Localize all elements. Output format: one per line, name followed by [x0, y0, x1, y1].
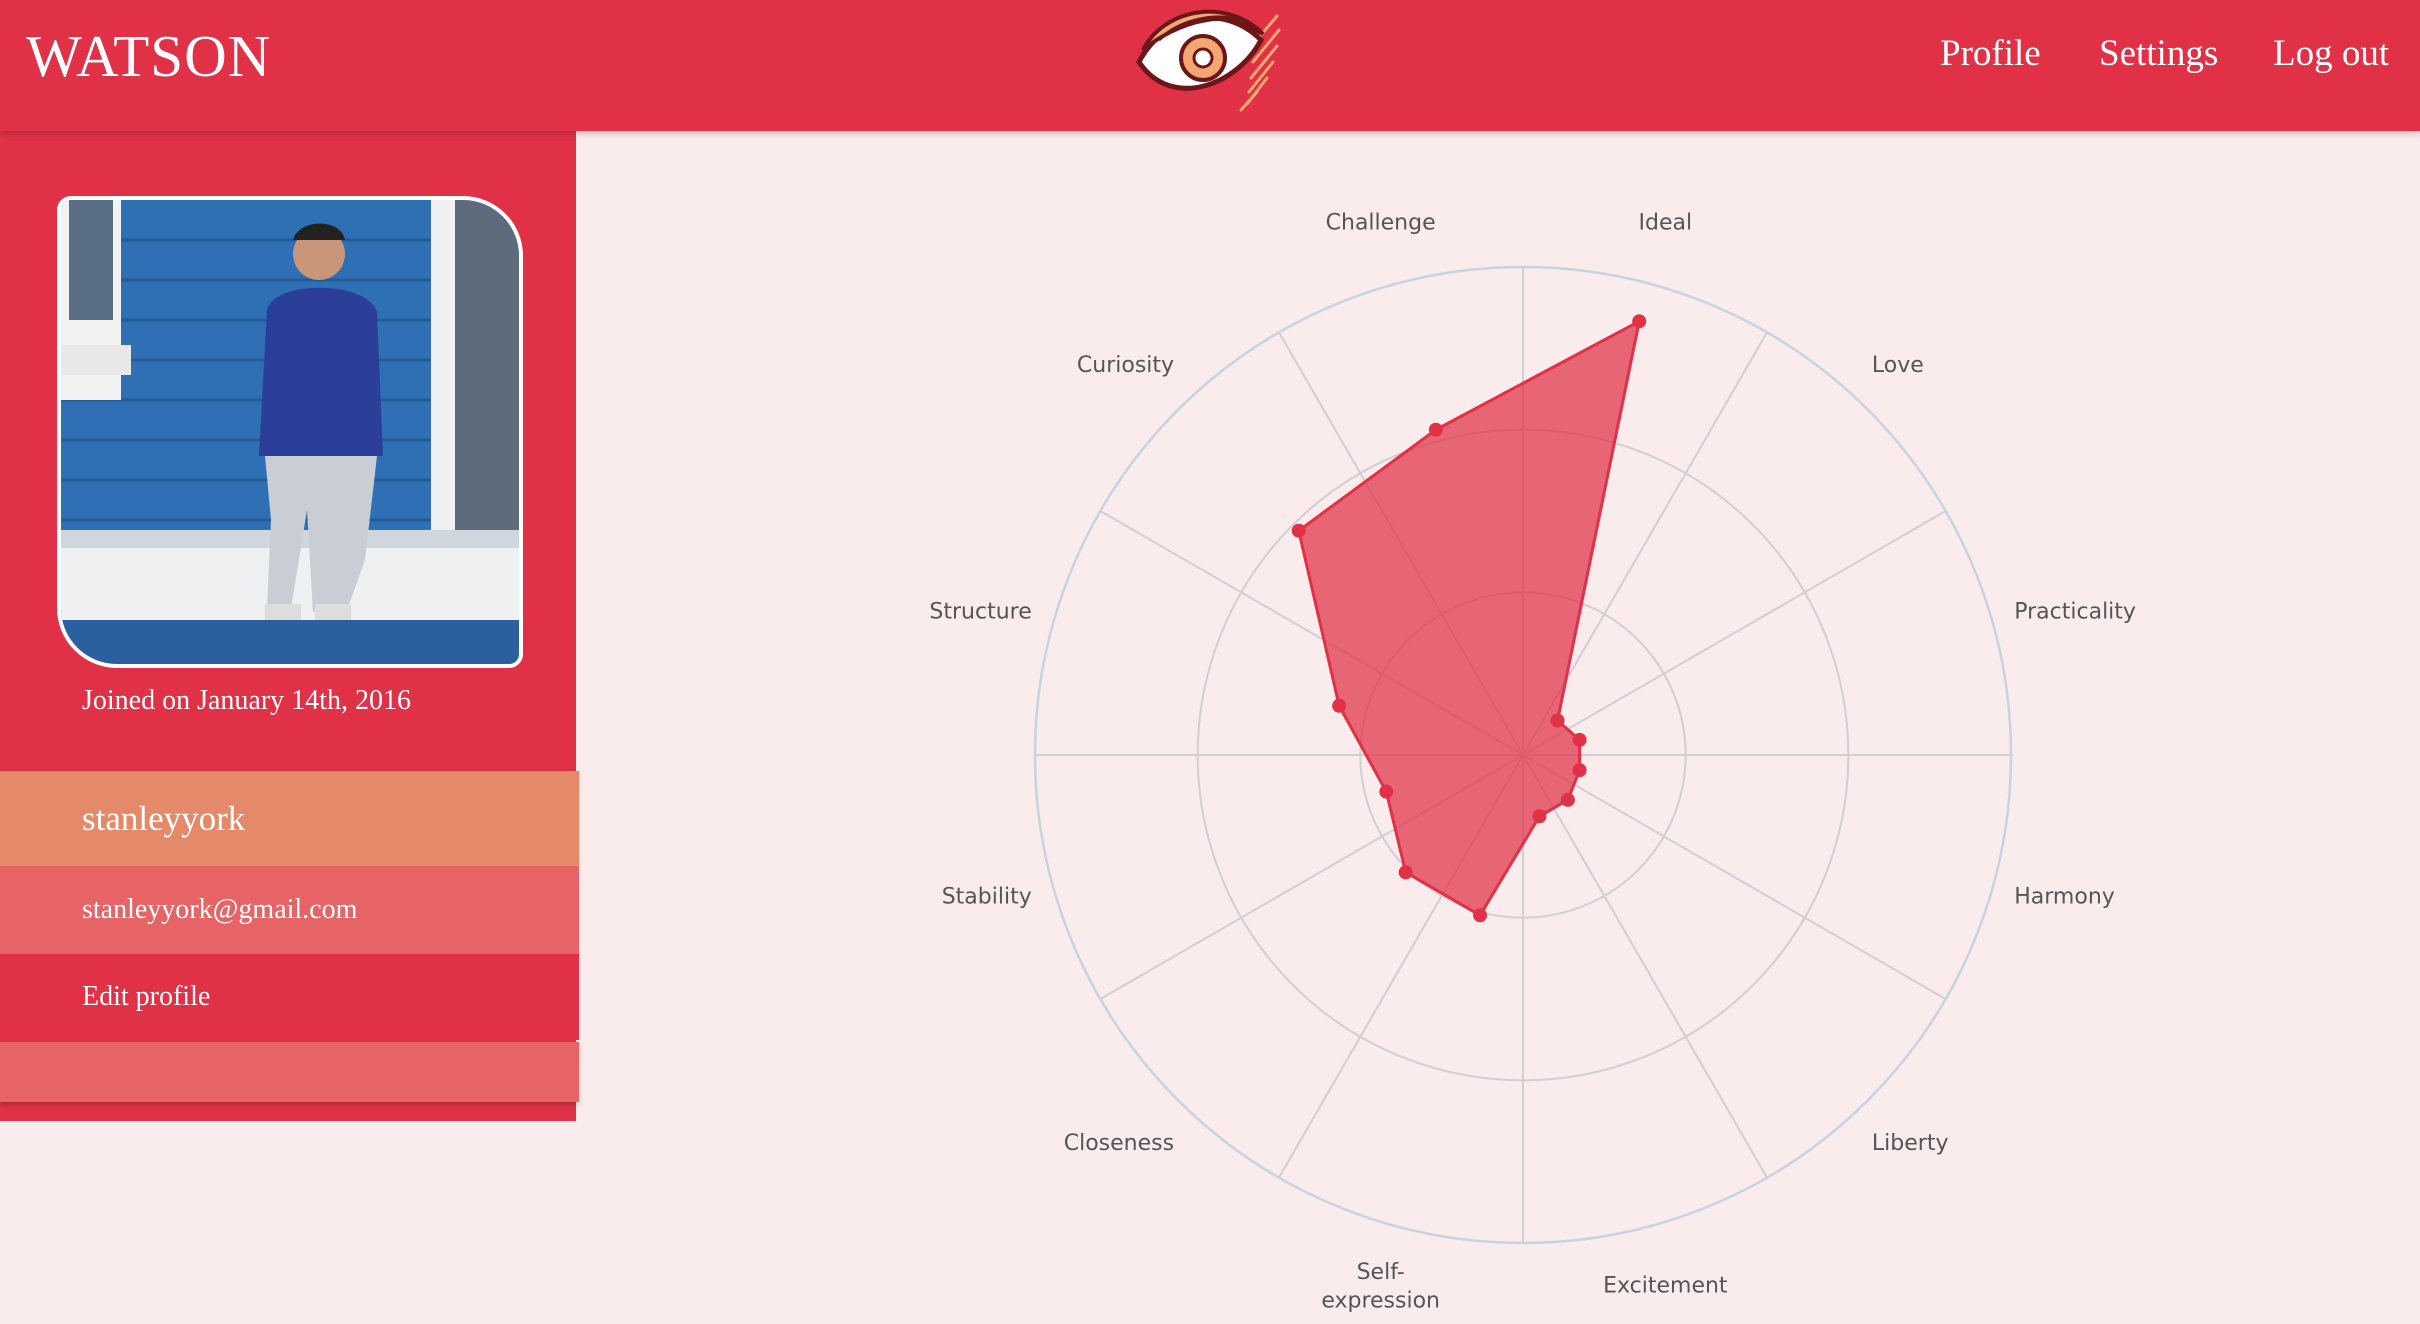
radar-point-harmony	[1572, 763, 1587, 778]
radar-label-ideal: Ideal	[1639, 211, 1693, 236]
radar-point-excitement	[1532, 809, 1547, 824]
profile-photo-image	[61, 200, 519, 664]
radar-label-harmony: Harmony	[2014, 884, 2115, 909]
radar-label-structure: Structure	[929, 600, 1031, 625]
radar-point-love	[1550, 713, 1565, 728]
radar-point-structure	[1332, 698, 1347, 713]
email: stanleyyork@gmail.com	[0, 866, 579, 954]
radar-label-stability: Stability	[942, 884, 1032, 909]
radar-point-ideal	[1632, 314, 1647, 329]
username: stanleyyork	[0, 771, 579, 866]
radar-point-challenge	[1428, 422, 1443, 437]
radar-label-liberty: Liberty	[1872, 1131, 1949, 1156]
profile-photo	[57, 196, 523, 668]
eye-logo-icon	[1136, 9, 1281, 112]
radar-point-closeness	[1398, 865, 1413, 880]
nav-logout-link[interactable]: Log out	[2273, 32, 2389, 75]
empty-menu-row	[0, 1042, 579, 1102]
values-radar-chart: Ideal Love Practicality Harmony Liberty Excit…	[929, 211, 2136, 1314]
radar-label-excitement: Excitement	[1603, 1273, 1728, 1298]
radar-label-closeness: Closeness	[1064, 1131, 1174, 1156]
joined-date: Joined on January 14th, 2016	[82, 685, 411, 716]
nav-profile-link[interactable]: Profile	[1940, 32, 2041, 75]
radar-spoke	[1522, 754, 1947, 1000]
radar-label-challenge: Challenge	[1326, 211, 1436, 236]
radar-label-practicality: Practicality	[2014, 600, 2136, 625]
radar-series	[1291, 314, 1647, 923]
radar-area	[1297, 319, 1641, 917]
radar-spoke	[1522, 754, 1768, 1179]
top-bar: WATSON Profile Settings Log out	[0, 0, 2420, 131]
edit-profile-link[interactable]: Edit profile	[0, 954, 579, 1040]
radar-label-curiosity: Curiosity	[1077, 353, 1174, 378]
radar-point-stability	[1379, 784, 1394, 799]
radar-point-self-expression	[1473, 908, 1488, 923]
radar-point-curiosity	[1291, 523, 1306, 538]
radar-point-practicality	[1572, 732, 1587, 747]
app-brand[interactable]: WATSON	[26, 22, 271, 91]
radar-label-love: Love	[1872, 353, 1924, 378]
nav-settings-link[interactable]: Settings	[2099, 32, 2218, 75]
radar-point-liberty	[1560, 792, 1575, 807]
radar-label-self-expression: Self-expression	[1321, 1260, 1440, 1314]
